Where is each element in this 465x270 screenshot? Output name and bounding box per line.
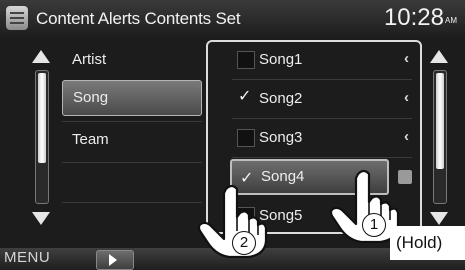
category-scrollbar[interactable] [30,50,54,225]
clock: 10:28AM [384,4,457,32]
song-row-1[interactable]: Song1 ‹ [230,42,415,78]
song-row-2[interactable]: ✓ Song2 ‹ [230,81,415,117]
checkmark[interactable]: ✓ [238,86,251,106]
clock-time: 10:28 [383,4,444,31]
category-song[interactable]: Song [62,80,202,116]
title-bar: Content Alerts Contents Set 10:28AM [0,0,465,38]
menu-button[interactable]: MENU [4,249,50,266]
step-2-badge: 2 [232,231,256,255]
hold-label: (Hold) [390,226,465,260]
song-label: Song3 [259,129,303,146]
chevron-left-icon[interactable]: ‹ [404,128,409,145]
scroll-down-icon[interactable] [32,212,50,225]
category-team[interactable]: Team [62,120,202,160]
category-label: Artist [72,51,107,68]
checkbox[interactable] [237,129,255,147]
clock-ampm: AM [445,16,457,25]
song-scrollbar[interactable] [428,50,452,225]
song-label: Song1 [259,51,303,68]
category-artist[interactable]: Artist [62,40,202,80]
page-title: Content Alerts Contents Set [36,9,241,28]
play-arrow-icon [109,254,117,266]
divider [232,79,412,80]
divider [62,162,202,163]
chevron-left-icon[interactable]: ‹ [404,89,409,106]
list-menu-icon[interactable] [6,6,28,30]
category-label: Song [73,89,109,106]
scroll-down-icon[interactable] [430,212,448,225]
chevron-left-icon[interactable]: ‹ [404,50,409,67]
scroll-up-icon[interactable] [32,50,50,63]
song-label: Song2 [259,90,303,107]
divider [232,157,412,158]
step-1-badge: 1 [362,213,386,237]
scroll-track[interactable] [433,70,447,204]
next-button[interactable] [96,250,134,270]
divider [62,202,202,203]
scroll-up-icon[interactable] [430,50,448,63]
checkbox[interactable] [237,51,255,69]
category-label: Team [72,131,109,148]
scroll-track[interactable] [35,70,49,204]
scroll-thumb[interactable] [38,73,46,163]
scroll-thumb[interactable] [436,73,444,169]
song-row-3[interactable]: Song3 ‹ [230,120,415,156]
divider [232,118,412,119]
